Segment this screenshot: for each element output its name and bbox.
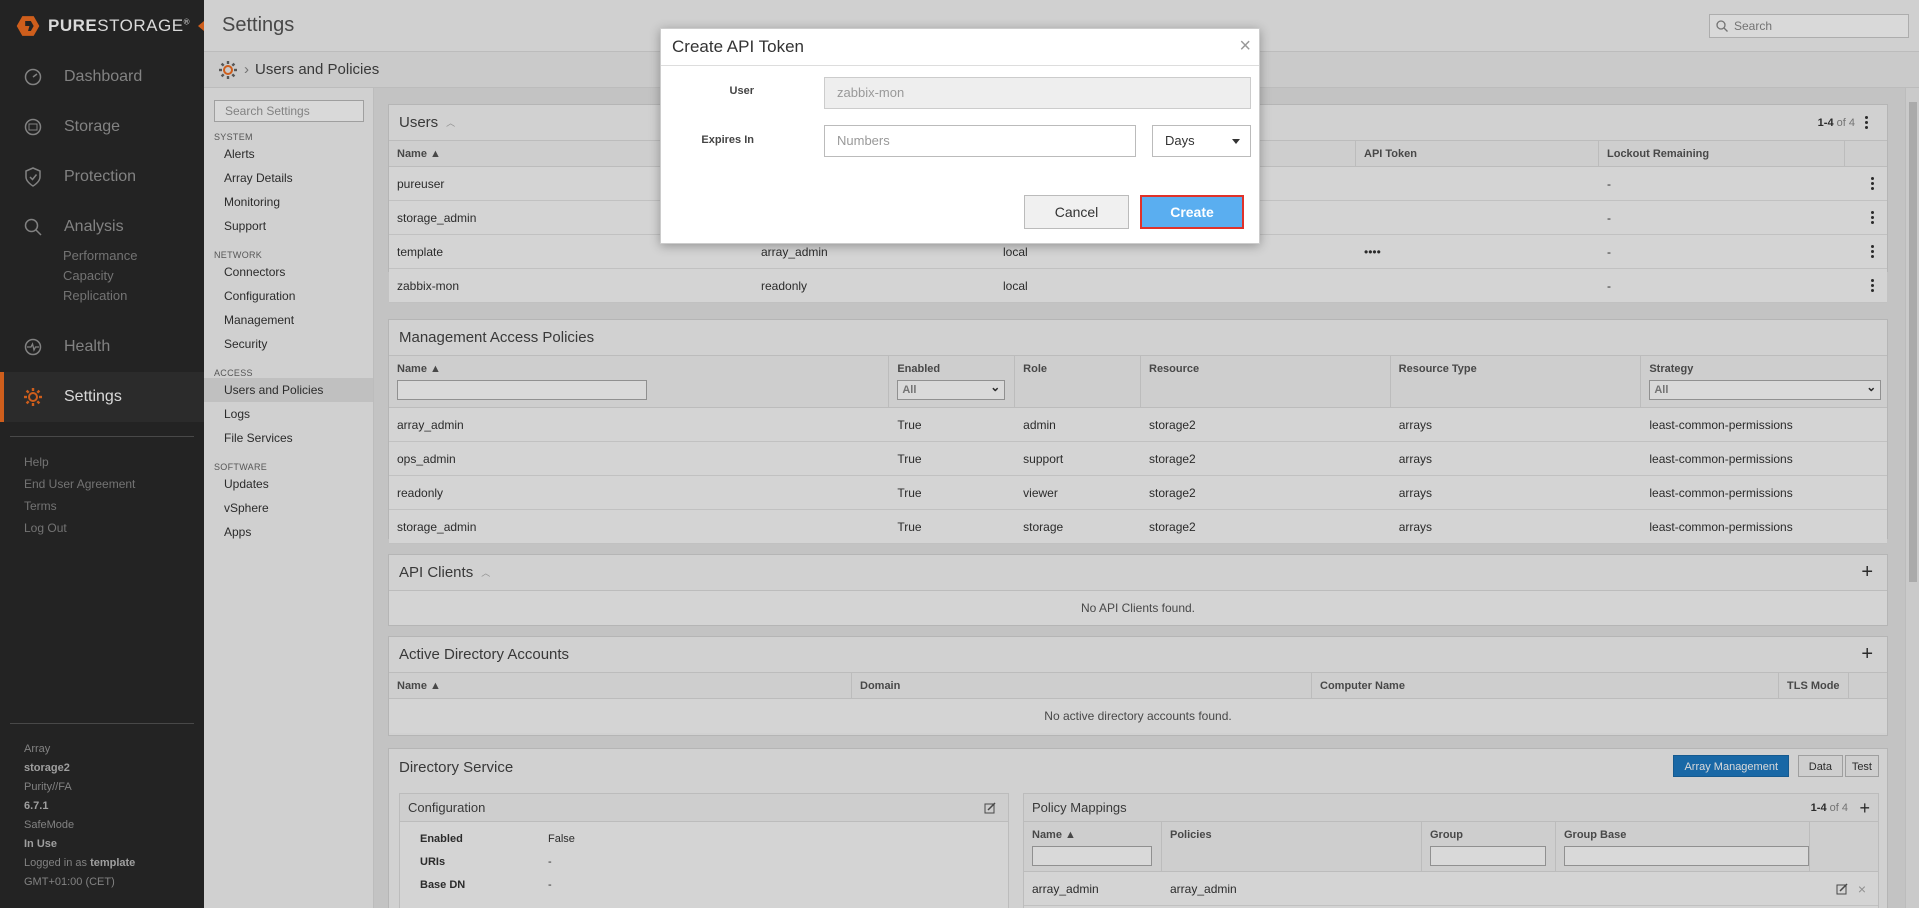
expires-in-input[interactable]: Numbers: [824, 125, 1136, 157]
user-field: zabbix-mon: [824, 77, 1251, 109]
dropdown-arrow-icon: [1232, 139, 1240, 144]
expires-in-label: Expires In: [701, 134, 754, 146]
cancel-button[interactable]: Cancel: [1024, 195, 1129, 229]
dialog-title: Create API Token: [672, 37, 804, 56]
create-api-token-dialog: Create API Token × User zabbix-mon Expir…: [660, 28, 1260, 244]
user-label: User: [729, 85, 754, 97]
dialog-divider: [661, 65, 1259, 66]
expires-unit-select[interactable]: Days: [1152, 125, 1251, 157]
create-button[interactable]: Create: [1140, 195, 1244, 229]
close-icon[interactable]: ×: [1239, 35, 1251, 58]
